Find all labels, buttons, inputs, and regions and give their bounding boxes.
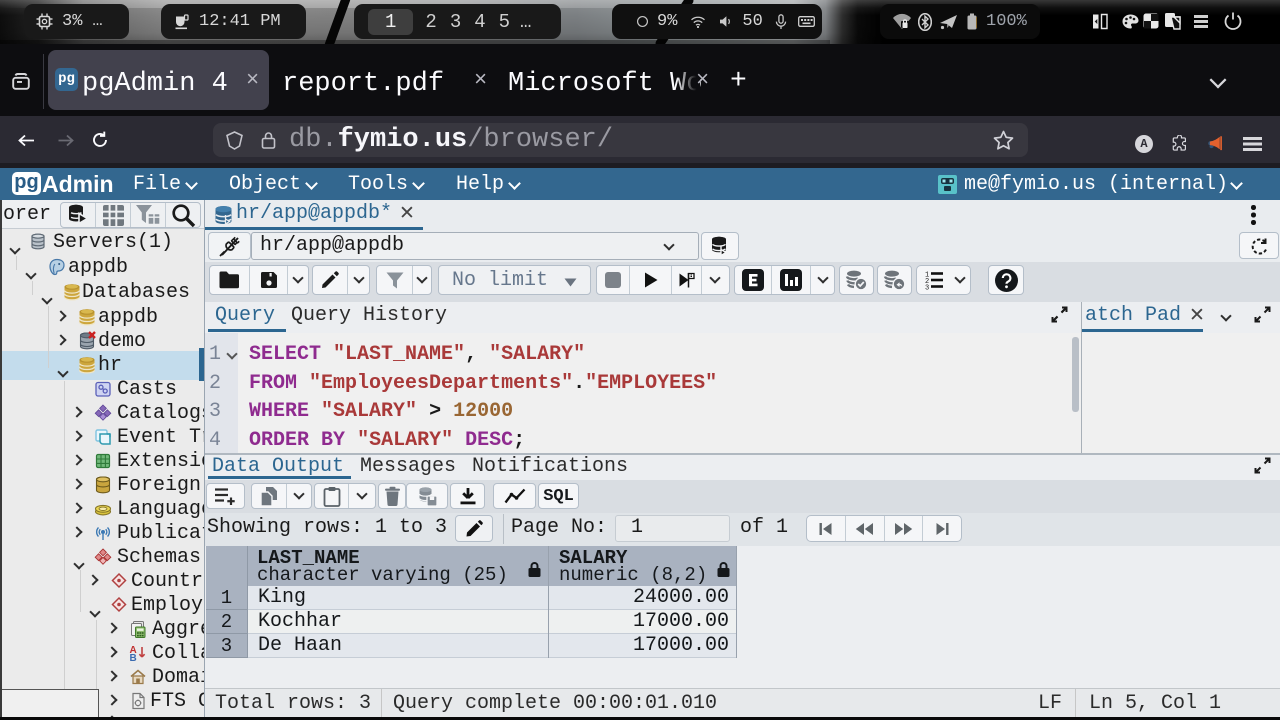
svg-text:3: 3 — [925, 285, 929, 291]
